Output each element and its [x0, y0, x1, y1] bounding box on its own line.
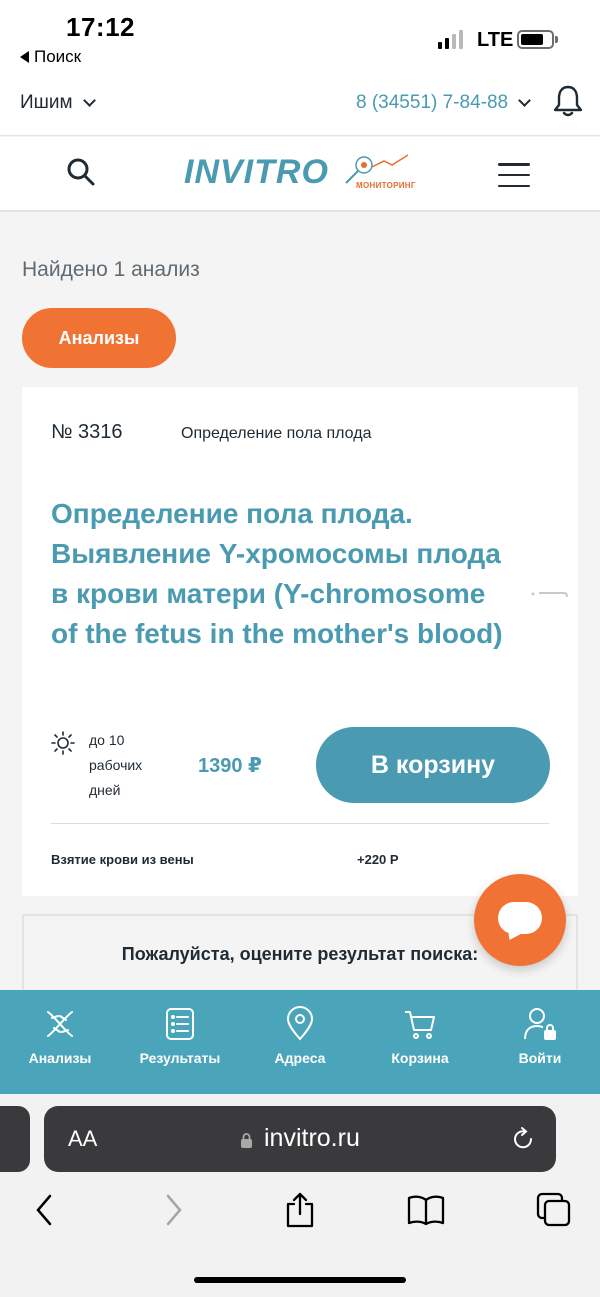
- back-arrow-icon[interactable]: [24, 1190, 64, 1230]
- bookmarks-icon[interactable]: [406, 1190, 446, 1230]
- chevron-down-icon: [82, 94, 96, 107]
- nav-item-results[interactable]: Результаты: [120, 990, 240, 1094]
- back-label: Поиск: [34, 47, 82, 66]
- favorite-icon[interactable]: [530, 591, 568, 599]
- found-count: Найдено 1 анализ: [22, 258, 200, 281]
- city-selector[interactable]: Ишим: [20, 92, 96, 114]
- sun-icon: [51, 731, 75, 755]
- divider: [51, 823, 549, 824]
- nav-label: Корзина: [391, 1050, 449, 1066]
- nav-item-analyses[interactable]: Анализы: [0, 990, 120, 1094]
- share-icon[interactable]: [280, 1190, 320, 1230]
- back-triangle-icon: [20, 51, 29, 63]
- address-bar[interactable]: AA invitro.ru: [44, 1106, 556, 1172]
- site-header: INVITRO МОНИТОРИНГ: [0, 137, 600, 212]
- nav-item-login[interactable]: Войти: [480, 990, 600, 1094]
- analysis-number: № 3316: [51, 421, 123, 443]
- network-type: LTE: [477, 29, 514, 51]
- city-name: Ишим: [20, 92, 73, 113]
- previous-tab-preview[interactable]: [0, 1106, 30, 1172]
- category-pill-analyses[interactable]: Анализы: [22, 308, 176, 368]
- analysis-title[interactable]: Определение пола плода. Выявление Y-хром…: [51, 494, 511, 654]
- back-to-search-link[interactable]: Поиск: [20, 47, 81, 67]
- add-to-cart-button[interactable]: В корзину: [316, 727, 550, 803]
- status-time: 17:12: [66, 12, 135, 42]
- bell-icon[interactable]: [552, 84, 584, 118]
- nav-label: Адреса: [274, 1050, 326, 1066]
- analysis-category[interactable]: Определение пола плода: [181, 425, 371, 443]
- analysis-price: 1390 ₽: [198, 755, 262, 777]
- tabs-icon[interactable]: [534, 1190, 574, 1230]
- map-pin-icon: [286, 1006, 314, 1041]
- reload-icon[interactable]: [510, 1126, 536, 1152]
- city-bar: Ишим 8 (34551) 7-84-88: [0, 76, 600, 136]
- signal-icon: [438, 30, 463, 49]
- home-indicator: [194, 1277, 406, 1283]
- browser-toolbar: AA invitro.ru: [0, 1094, 600, 1297]
- dna-icon: [47, 1011, 73, 1037]
- hamburger-menu-icon[interactable]: [498, 163, 530, 187]
- search-icon[interactable]: [64, 155, 98, 189]
- chevron-down-icon: [518, 94, 531, 107]
- forward-arrow-icon[interactable]: [154, 1190, 194, 1230]
- url-text[interactable]: invitro.ru: [264, 1124, 360, 1153]
- monitoring-label: МОНИТОРИНГ: [356, 181, 416, 190]
- extra-service-price: +220 Р: [357, 852, 399, 867]
- nav-item-addresses[interactable]: Адреса: [240, 990, 360, 1094]
- lock-icon: [241, 1133, 252, 1148]
- nav-item-cart[interactable]: Корзина: [360, 990, 480, 1094]
- phone-number: 8 (34551) 7-84-88: [356, 92, 509, 113]
- cart-icon: [405, 1011, 435, 1039]
- battery-icon: [517, 30, 558, 49]
- bottom-nav: Анализы Результаты Адреса Корзина Войти: [0, 990, 600, 1094]
- invitro-logo[interactable]: INVITRO: [184, 153, 329, 192]
- phone-selector[interactable]: 8 (34551) 7-84-88: [356, 92, 531, 114]
- nav-label: Войти: [518, 1050, 562, 1066]
- extra-service-label: Взятие крови из вены: [51, 852, 194, 867]
- nav-label: Анализы: [28, 1050, 92, 1066]
- reader-settings-button[interactable]: AA: [68, 1126, 97, 1152]
- analysis-card[interactable]: № 3316 Определение пола плода Определени…: [22, 387, 578, 896]
- user-lock-icon: [524, 1008, 556, 1040]
- status-bar: 17:12 Поиск LTE: [0, 0, 600, 76]
- list-document-icon: [166, 1008, 194, 1040]
- analysis-term: до 10 рабочих дней: [89, 732, 143, 798]
- nav-label: Результаты: [139, 1050, 221, 1066]
- chat-button[interactable]: [474, 874, 566, 966]
- chat-bubble-icon: [498, 902, 542, 934]
